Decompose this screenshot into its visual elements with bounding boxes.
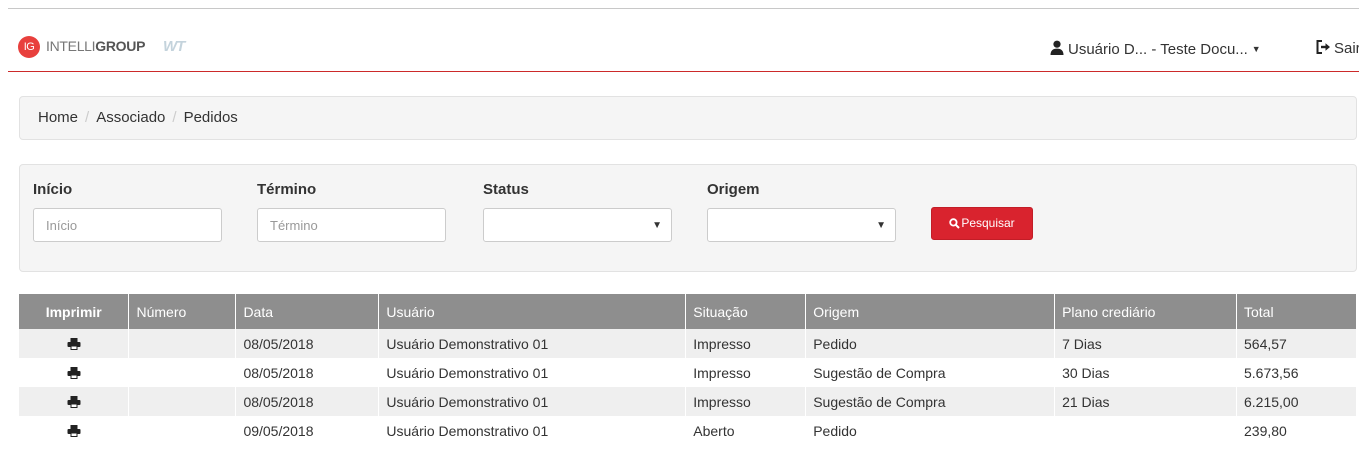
- usuario-cell: Usuário Demonstrativo 01: [378, 358, 687, 387]
- numero-cell: [128, 416, 237, 445]
- column-header-usuario[interactable]: Usuário: [378, 294, 687, 329]
- breadcrumb-current: Pedidos: [183, 109, 238, 126]
- situacao-cell: Impresso: [685, 329, 807, 358]
- total-cell: 5.673,56: [1236, 358, 1357, 387]
- user-menu-label: Usuário D... - Teste Docu...: [1068, 41, 1248, 58]
- table-row: 08/05/2018 Usuário Demonstrativo 01 Impr…: [19, 387, 1357, 416]
- print-icon[interactable]: [67, 424, 81, 440]
- print-cell: [19, 329, 130, 358]
- user-menu[interactable]: Usuário D... - Teste Docu... ▼: [1050, 40, 1261, 59]
- search-icon: [949, 210, 961, 241]
- origem-cell: Sugestão de Compra: [805, 387, 1056, 416]
- origem-select[interactable]: ▼: [707, 208, 896, 242]
- print-icon[interactable]: [67, 366, 81, 382]
- print-icon[interactable]: [67, 337, 81, 353]
- caret-down-icon: ▼: [1251, 44, 1261, 54]
- chevron-down-icon: ▼: [652, 220, 662, 231]
- navbar: IG INTELLIGROUP WT Usuário D... - Teste …: [8, 9, 1359, 72]
- numero-cell: [128, 387, 237, 416]
- origem-label: Origem: [707, 181, 760, 198]
- search-button-label: Pesquisar: [961, 216, 1015, 230]
- column-header-plano[interactable]: Plano crediário: [1054, 294, 1237, 329]
- data-cell: 09/05/2018: [235, 416, 380, 445]
- user-icon: [1050, 40, 1064, 59]
- table-row: 09/05/2018 Usuário Demonstrativo 01 Aber…: [19, 416, 1357, 445]
- column-header-origem[interactable]: Origem: [805, 294, 1056, 329]
- print-cell: [19, 416, 130, 445]
- logout-link[interactable]: Sair: [1316, 40, 1359, 58]
- table-header-row: Imprimir Número Data Usuário Situação Or…: [19, 294, 1357, 329]
- situacao-cell: Aberto: [685, 416, 807, 445]
- breadcrumb-separator: /: [85, 109, 90, 126]
- plano-cell: 21 Dias: [1054, 387, 1237, 416]
- logo-badge[interactable]: IG: [18, 36, 40, 58]
- situacao-cell: Impresso: [685, 358, 807, 387]
- data-cell: 08/05/2018: [235, 358, 380, 387]
- total-cell: 6.215,00: [1236, 387, 1357, 416]
- search-button[interactable]: Pesquisar: [931, 207, 1033, 240]
- total-cell: 239,80: [1236, 416, 1357, 445]
- logout-label: Sair: [1334, 40, 1359, 57]
- termino-label: Término: [257, 181, 317, 198]
- partner-logo: WT: [163, 38, 185, 55]
- column-header-data[interactable]: Data: [235, 294, 380, 329]
- origem-cell: Pedido: [805, 329, 1056, 358]
- table-row: 08/05/2018 Usuário Demonstrativo 01 Impr…: [19, 358, 1357, 387]
- breadcrumb-separator: /: [172, 109, 177, 126]
- breadcrumb: Home / Associado / Pedidos: [19, 96, 1357, 140]
- plano-cell: 30 Dias: [1054, 358, 1237, 387]
- print-cell: [19, 358, 130, 387]
- usuario-cell: Usuário Demonstrativo 01: [378, 387, 687, 416]
- column-header-total[interactable]: Total: [1236, 294, 1357, 329]
- column-header-situacao[interactable]: Situação: [685, 294, 807, 329]
- numero-cell: [128, 329, 237, 358]
- breadcrumb-home[interactable]: Home: [38, 109, 78, 126]
- print-icon[interactable]: [67, 395, 81, 411]
- chevron-down-icon: ▼: [876, 220, 886, 231]
- data-cell: 08/05/2018: [235, 387, 380, 416]
- status-label: Status: [483, 181, 529, 198]
- sign-out-icon: [1316, 40, 1331, 58]
- usuario-cell: Usuário Demonstrativo 01: [378, 416, 687, 445]
- filter-panel: Início Término Status ▼ Origem ▼ Pesquis…: [19, 164, 1357, 272]
- inicio-input[interactable]: [33, 208, 222, 242]
- logo-text-light: INTELLI: [46, 38, 96, 54]
- total-cell: 564,57: [1236, 329, 1357, 358]
- logo-text-bold: GROUP: [95, 38, 146, 54]
- situacao-cell: Impresso: [685, 387, 807, 416]
- table-row: 08/05/2018 Usuário Demonstrativo 01 Impr…: [19, 329, 1357, 358]
- plano-cell: [1054, 416, 1237, 445]
- breadcrumb-associado[interactable]: Associado: [96, 109, 165, 126]
- inicio-label: Início: [33, 181, 73, 198]
- print-cell: [19, 387, 130, 416]
- usuario-cell: Usuário Demonstrativo 01: [378, 329, 687, 358]
- status-select[interactable]: ▼: [483, 208, 672, 242]
- data-cell: 08/05/2018: [235, 329, 380, 358]
- numero-cell: [128, 358, 237, 387]
- logo-text[interactable]: INTELLIGROUP: [46, 38, 145, 54]
- origem-cell: Pedido: [805, 416, 1056, 445]
- termino-input[interactable]: [257, 208, 446, 242]
- column-header-imprimir[interactable]: Imprimir: [19, 294, 130, 329]
- column-header-numero[interactable]: Número: [128, 294, 237, 329]
- origem-cell: Sugestão de Compra: [805, 358, 1056, 387]
- orders-table: Imprimir Número Data Usuário Situação Or…: [19, 294, 1357, 445]
- plano-cell: 7 Dias: [1054, 329, 1237, 358]
